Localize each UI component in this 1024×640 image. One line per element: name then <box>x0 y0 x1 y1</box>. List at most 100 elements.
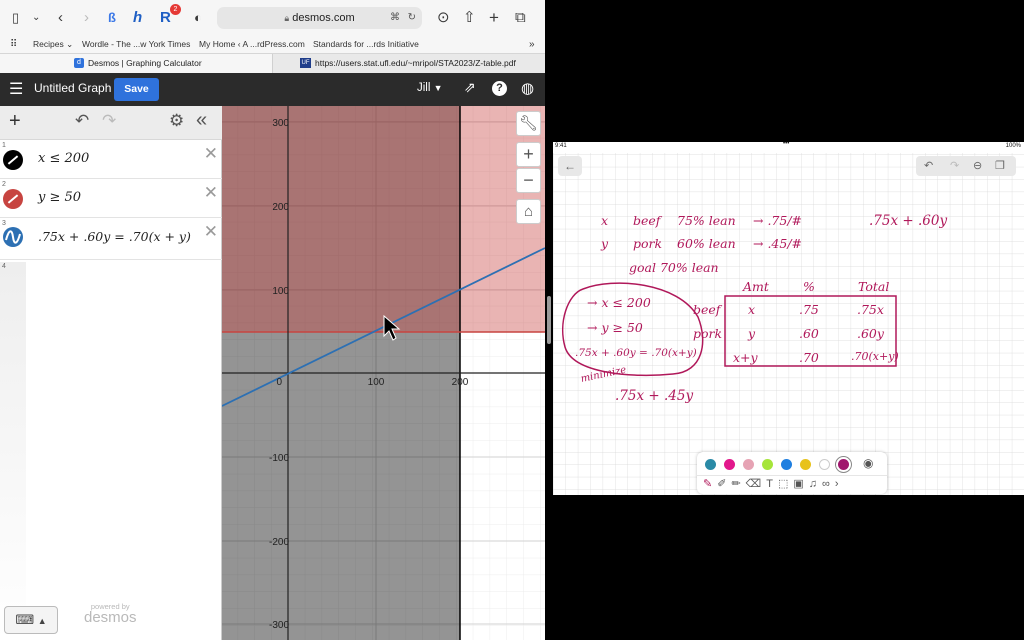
color-swatch[interactable] <box>819 459 830 470</box>
desmos-header: ☰ Untitled Graph Save Jill ▼ ⇗ ? ◍ <box>0 73 545 106</box>
share-icon[interactable]: ⇧ <box>463 8 476 28</box>
y-ge-50-shading <box>222 106 545 332</box>
expression-number: 1 <box>2 142 6 149</box>
help-icon[interactable]: ? <box>492 81 507 96</box>
home-icon[interactable]: ⌂ <box>516 199 541 224</box>
expression-row[interactable]: 2 y ≥ 50 ✕ <box>0 179 222 218</box>
keyboard-toggle-button[interactable]: ⌨ ▲ <box>4 606 58 634</box>
notification-badge: 2 <box>170 4 181 15</box>
tab-desmos[interactable]: d Desmos | Graphing Calculator <box>0 54 272 73</box>
favorites-bar: ⠿ Recipes ⌄ Wordle - The ...w York Times… <box>0 36 545 53</box>
save-button[interactable]: Save <box>114 78 159 101</box>
expression-toolbar: + ↶ ↷ ⚙ « <box>0 106 222 140</box>
delete-expression-icon[interactable]: ✕ <box>204 183 218 203</box>
color-picker-icon[interactable]: ◉ <box>863 456 873 470</box>
handwriting-strokes <box>561 282 897 377</box>
sidebar-icon[interactable]: ▯ <box>12 8 19 28</box>
x-tick-label: 100 <box>368 377 385 388</box>
graph-title[interactable]: Untitled Graph <box>34 81 111 95</box>
mic-icon[interactable]: ♫ <box>809 478 822 490</box>
favorite-link[interactable]: Standards for ...rds Initiative <box>313 36 419 53</box>
user-menu[interactable]: Jill ▼ <box>417 82 443 94</box>
color-swatch[interactable] <box>724 459 735 470</box>
chevron-right-icon[interactable]: › <box>835 478 844 490</box>
safari-toolbar: ▯ ⌄ ‹ › ß h R 2 ◐ 🔒︎ desmos.com ⌘ ↻ ⊙ ⇧ … <box>0 0 545 36</box>
color-swatch[interactable] <box>705 459 716 470</box>
more-chevron-icon[interactable]: » <box>529 36 535 53</box>
forward-icon[interactable]: › <box>84 8 89 28</box>
y-tick-label: -300 <box>269 620 289 631</box>
text-tool-icon[interactable]: T <box>766 478 778 490</box>
split-view-handle[interactable] <box>547 296 551 344</box>
back-icon[interactable]: ‹ <box>58 8 63 28</box>
url-text: desmos.com <box>292 12 355 24</box>
expression-row[interactable]: 1 x ≤ 200 ✕ <box>0 140 222 179</box>
y-tick-label: -200 <box>269 537 289 548</box>
highlighter-icon[interactable]: ✐ <box>717 478 731 490</box>
constraints-loop <box>561 282 704 377</box>
add-expression-icon[interactable]: + <box>9 110 21 133</box>
extension-h-icon[interactable]: h <box>133 8 142 28</box>
caret-down-icon: ▼ <box>433 83 443 93</box>
menu-icon[interactable]: ☰ <box>9 79 23 99</box>
favorite-link[interactable]: Recipes ⌄ <box>33 36 73 53</box>
wrench-icon[interactable]: 🔧︎ <box>516 111 541 136</box>
pen-icon[interactable]: ✎ <box>703 478 717 490</box>
extension-r-icon[interactable]: R <box>160 8 171 28</box>
zoom-in-button[interactable]: + <box>516 142 541 167</box>
safari-window: ▯ ⌄ ‹ › ß h R 2 ◐ 🔒︎ desmos.com ⌘ ↻ ⊙ ⇧ … <box>0 0 545 640</box>
undo-icon[interactable]: ↶ <box>75 111 89 131</box>
eraser-icon[interactable]: ⌫ <box>746 478 767 490</box>
y-tick-label: -100 <box>269 453 289 464</box>
delete-expression-icon[interactable]: ✕ <box>204 222 218 242</box>
y-tick-label: 200 <box>272 202 289 213</box>
chevron-down-icon[interactable]: ⌄ <box>32 8 40 28</box>
settings-gear-icon[interactable]: ⚙ <box>169 111 184 131</box>
color-swatch[interactable] <box>781 459 792 470</box>
expression-text[interactable]: y ≥ 50 <box>38 190 81 205</box>
expression-text[interactable]: x ≤ 200 <box>38 151 89 166</box>
tabs-overview-icon[interactable]: ⧉ <box>515 8 526 28</box>
delete-expression-icon[interactable]: ✕ <box>204 144 218 164</box>
favorite-link[interactable]: Wordle - The ...w York Times <box>82 36 190 53</box>
color-badge-icon[interactable] <box>3 227 23 247</box>
share-graph-icon[interactable]: ⇗ <box>464 79 476 96</box>
color-swatch[interactable] <box>743 459 754 470</box>
address-bar[interactable]: 🔒︎ desmos.com ⌘ ↻ <box>217 7 422 29</box>
expression-row[interactable]: 3 .75x + .60y = .70(x + y) ✕ <box>0 218 222 260</box>
color-swatch[interactable] <box>800 459 811 470</box>
download-icon[interactable]: ⊙ <box>437 8 450 28</box>
expression-text[interactable]: .75x + .60y = .70(x + y) <box>38 229 191 244</box>
extension-b-icon[interactable]: ß <box>108 8 116 28</box>
expression-number: 4 <box>2 263 6 270</box>
table-box <box>724 295 897 367</box>
pencil-icon[interactable]: ✏ <box>731 478 745 490</box>
favorite-link[interactable]: My Home ‹ A ...rdPress.com <box>199 36 305 53</box>
translate-icon[interactable]: ⌘ <box>390 7 400 29</box>
notes-canvas[interactable]: 9:41 ••• 100% ← ↶ ↷ ⊖ ❐ x beef 75% lean … <box>553 141 1024 495</box>
uf-favicon: UF <box>300 58 311 68</box>
grid-icon[interactable]: ⠿ <box>10 36 17 53</box>
image-icon[interactable]: ▣ <box>793 478 808 490</box>
lasso-icon[interactable]: ⬚ <box>778 478 793 490</box>
graph-paper[interactable]: 0 100 200 300 200 100 -100 -200 -300 🔧︎ … <box>221 106 545 640</box>
new-tab-icon[interactable]: + <box>489 8 499 28</box>
color-badge-icon[interactable] <box>3 150 23 170</box>
collapse-panel-icon[interactable]: « <box>196 109 207 132</box>
shield-icon[interactable]: ◐ <box>194 8 202 28</box>
color-swatch[interactable] <box>838 459 849 470</box>
expression-number: 2 <box>2 181 6 188</box>
zoom-out-button[interactable]: − <box>516 168 541 193</box>
y-tick-label: 300 <box>272 118 289 129</box>
tab-label: https://users.stat.ufl.edu/~mripol/STA20… <box>315 58 516 68</box>
globe-icon[interactable]: ◍ <box>521 79 534 97</box>
color-swatch[interactable] <box>762 459 773 470</box>
color-badge-icon[interactable] <box>3 189 23 209</box>
redo-icon[interactable]: ↷ <box>102 111 116 131</box>
tab-ztable[interactable]: UF https://users.stat.ufl.edu/~mripol/ST… <box>272 54 545 73</box>
tab-bar: d Desmos | Graphing Calculator UF https:… <box>0 53 545 73</box>
lock-icon: 🔒︎ <box>284 13 290 23</box>
link-icon[interactable]: ∞ <box>822 478 835 490</box>
reload-icon[interactable]: ↻ <box>408 7 416 29</box>
graph-canvas[interactable]: 0 100 200 300 200 100 -100 -200 -300 <box>221 106 545 640</box>
